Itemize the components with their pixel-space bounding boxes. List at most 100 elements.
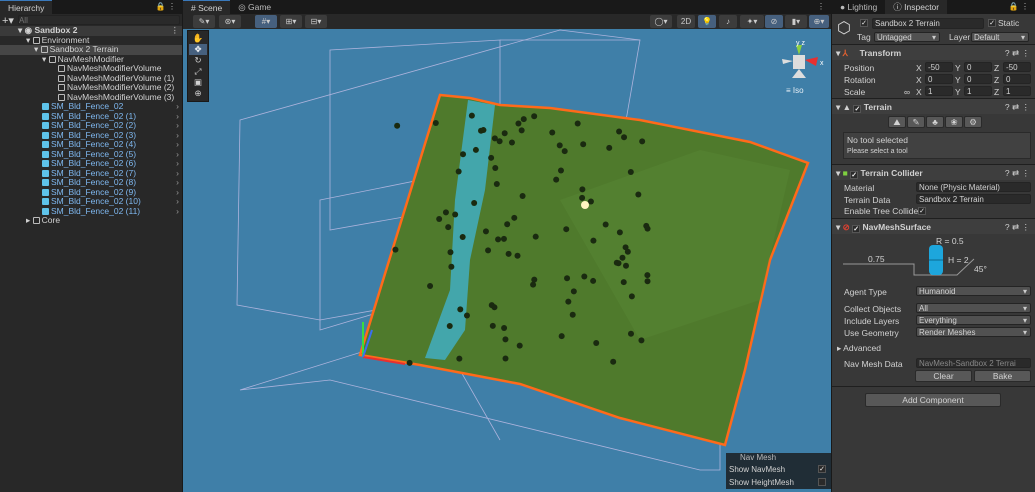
link-icon[interactable]: ∞: [904, 87, 910, 97]
tree: [394, 122, 401, 129]
show-heightmesh-toggle[interactable]: Show HeightMesh: [726, 476, 831, 489]
tool-settings-button[interactable]: ✎▾: [193, 15, 215, 28]
axis-label: X: [916, 87, 922, 97]
rotation-z-field[interactable]: 0: [1003, 74, 1031, 84]
transform-tool[interactable]: ⊕: [189, 88, 207, 99]
tab-game[interactable]: ◎ Game: [230, 0, 280, 14]
show-navmesh-toggle[interactable]: Show NavMesh ✓: [726, 463, 831, 476]
scale-z-field[interactable]: 1: [1003, 86, 1031, 96]
tree: [569, 311, 576, 318]
layer-dropdown[interactable]: Default: [971, 32, 1029, 42]
chevron-right-icon[interactable]: ›: [176, 206, 179, 217]
navmesh-surface-header[interactable]: ▾ ⊘ ✓ NavMeshSurface? ⇄ ⋮: [832, 218, 1035, 234]
terrain-settings-tool[interactable]: ⚙: [964, 116, 982, 128]
component-title: NavMeshSurface: [862, 222, 932, 232]
paint-terrain-tool[interactable]: ✎: [907, 116, 925, 128]
terrain-collider-header[interactable]: ▾ ■ ✓ Terrain Collider? ⇄ ⋮: [832, 164, 1035, 180]
slope-label: 45°: [974, 264, 987, 274]
object-name-field[interactable]: Sandbox 2 Terrain: [872, 18, 984, 29]
tree: [500, 235, 507, 242]
lighting-toggle[interactable]: 💡: [698, 15, 716, 28]
tag-dropdown[interactable]: Untagged: [874, 32, 940, 42]
transform-header[interactable]: ▾ ⅄ Transform? ⇄ ⋮: [832, 44, 1035, 60]
checkbox[interactable]: ✓: [818, 465, 826, 473]
static-checkbox[interactable]: ✓: [988, 19, 996, 27]
scene-viewport[interactable]: y z x ≡ Iso: [183, 29, 831, 492]
rotation-y-field[interactable]: 0: [964, 74, 992, 84]
item-label: Environment: [41, 34, 90, 45]
tree: [502, 355, 509, 362]
tree: [616, 229, 623, 236]
increment-snap-button[interactable]: ⊞▾: [280, 15, 302, 28]
paint-details-tool[interactable]: ❀: [945, 116, 963, 128]
render-mode-button[interactable]: ◯▾: [650, 15, 672, 28]
active-checkbox[interactable]: ✓: [860, 19, 868, 27]
tab-inspector[interactable]: ⓘ Inspector: [885, 0, 948, 14]
scale-x-field[interactable]: 1: [925, 86, 953, 96]
terrain-header[interactable]: ▾ ▲ ✓ Terrain? ⇄ ⋮: [832, 98, 1035, 114]
clear-button[interactable]: Clear: [915, 370, 972, 382]
checkbox[interactable]: [818, 478, 826, 486]
collect-label: Collect Objects: [844, 304, 902, 314]
component-title: Transform: [859, 48, 902, 58]
rotation-x-field[interactable]: 0: [925, 74, 953, 84]
navmesh-data-field[interactable]: NavMesh-Sandbox 2 Terrai: [916, 358, 1031, 368]
item-label: SM_Bld_Fence_02 (6): [51, 158, 137, 168]
collect-dropdown[interactable]: All: [916, 303, 1031, 313]
rect-tool[interactable]: ▣: [189, 77, 207, 88]
axis-label: X: [916, 75, 922, 85]
position-x-field[interactable]: -50: [925, 62, 953, 72]
item-label: NavMeshModifierVolume (1): [67, 72, 175, 83]
visibility-toggle[interactable]: ⊘: [765, 15, 783, 28]
bake-button[interactable]: Bake: [974, 370, 1031, 382]
grid-snap-button[interactable]: #▾: [255, 15, 277, 28]
tree-item-core[interactable]: ▸ Core: [0, 215, 182, 226]
item-label: NavMeshModifierVolume (2): [67, 82, 175, 92]
layers-dropdown[interactable]: Everything: [916, 315, 1031, 325]
camera-button[interactable]: ▮▾: [785, 15, 807, 28]
tab-lighting[interactable]: ● Lighting: [832, 0, 886, 14]
geometry-dropdown[interactable]: Render Meshes: [916, 327, 1031, 337]
paint-trees-tool[interactable]: ♣: [926, 116, 944, 128]
tree: [638, 337, 645, 344]
tree: [606, 144, 613, 151]
tree: [644, 278, 651, 285]
tree: [501, 130, 508, 137]
tab-hierarchy[interactable]: Hierarchy: [0, 0, 53, 14]
gizmos-button[interactable]: ⊕▾: [809, 15, 829, 28]
material-field[interactable]: None (Physic Material): [916, 182, 1031, 192]
audio-toggle[interactable]: ♪: [719, 15, 737, 28]
tree-colliders-checkbox[interactable]: ✓: [918, 207, 926, 215]
draw-mode-button[interactable]: ⊛▾: [219, 15, 241, 28]
scale-y-field[interactable]: 1: [964, 86, 992, 96]
search-input[interactable]: [17, 15, 180, 25]
tree: [580, 141, 587, 148]
add-component-button[interactable]: Add Component: [865, 393, 1001, 407]
position-z-field[interactable]: -50: [1003, 62, 1031, 72]
tree: [501, 324, 508, 331]
item-label: SM_Bld_Fence_02 (9): [51, 186, 137, 197]
terrain-data-field[interactable]: Sandbox 2 Terrain: [916, 194, 1031, 204]
raise-terrain-tool[interactable]: ⛰: [888, 116, 906, 128]
align-button[interactable]: ⊟▾: [305, 15, 327, 28]
add-icon[interactable]: +▾: [2, 14, 14, 27]
hand-tool[interactable]: ✋: [189, 33, 207, 44]
lock-icon[interactable]: 🔒 ⋮: [156, 2, 176, 11]
item-label: SM_Bld_Fence_02 (11): [51, 205, 141, 216]
radius-label: R = 0.5: [936, 236, 964, 246]
tree: [627, 169, 634, 176]
prefab-icon: [42, 188, 49, 196]
tree: [445, 224, 452, 231]
rotate-tool[interactable]: ↻: [189, 55, 207, 66]
agent-type-dropdown[interactable]: Humanoid: [916, 286, 1031, 296]
toggle-2d-button[interactable]: 2D: [677, 15, 695, 28]
lock-icon[interactable]: 🔒 ⋮: [1009, 2, 1029, 11]
tab-scene[interactable]: # Scene: [183, 0, 231, 14]
effects-toggle[interactable]: ✦▾: [740, 15, 764, 28]
move-tool[interactable]: ✥: [189, 44, 207, 55]
advanced-foldout[interactable]: ▸ Advanced: [837, 343, 881, 354]
unity-icon: ◉: [24, 25, 33, 35]
position-y-field[interactable]: 0: [964, 62, 992, 72]
more-icon[interactable]: ⋮: [817, 2, 825, 11]
scale-tool[interactable]: ⤢: [189, 66, 207, 77]
